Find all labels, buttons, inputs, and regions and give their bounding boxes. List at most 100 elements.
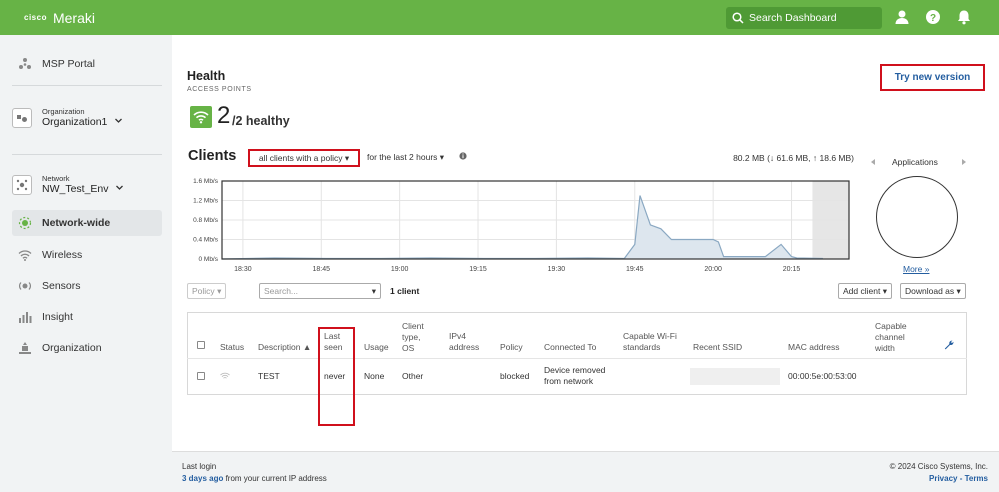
wifi-icon [220, 372, 230, 379]
info-icon[interactable] [459, 152, 467, 160]
client-description-link[interactable]: TEST [258, 371, 280, 382]
client-search-input[interactable]: Search... ▾ [259, 283, 381, 299]
last-login-ago-link[interactable]: 3 days ago [182, 474, 223, 483]
more-applications-link[interactable]: More » [903, 264, 929, 274]
wifi-status-icon [190, 106, 212, 128]
network-wide-icon [18, 216, 32, 230]
organization-icon [19, 342, 31, 354]
applications-label: Applications [892, 157, 938, 167]
add-client-button[interactable]: Add client ▾ [838, 283, 892, 299]
column-header-ipv4[interactable]: IPv4 address [449, 331, 489, 353]
sidebar-divider [12, 154, 162, 155]
main-content: Health ACCESS POINTS 2 /2 healthy Try ne… [172, 35, 999, 451]
chevron-right-icon[interactable] [961, 159, 967, 165]
column-header-client-type[interactable]: Client type, OS [402, 321, 434, 354]
chart-x-tick-label: 19:15 [469, 266, 487, 273]
chart-x-tick-label: 20:00 [704, 266, 722, 273]
bell-icon[interactable] [956, 9, 972, 25]
sidebar-item-wireless[interactable]: Wireless [12, 242, 162, 268]
row-checkbox[interactable] [197, 372, 205, 380]
caret-down-icon: ▾ [956, 285, 961, 296]
column-header-wifi-standards[interactable]: Capable Wi-Fi standards [623, 331, 688, 353]
sidebar-item-label: Organization [42, 342, 102, 354]
usage-chart: 1.6 Mb/s 1.2 Mb/s 0.8 Mb/s 0.4 Mb/s 0 Mb/s 18… [193, 178, 850, 273]
chart-y-tick-label: 0.8 Mb/s [193, 217, 219, 224]
sidebar-item-sensors[interactable]: Sensors [12, 273, 162, 299]
download-as-button[interactable]: Download as ▾ [900, 283, 966, 299]
privacy-link[interactable]: Privacy [929, 474, 957, 483]
meraki-logo[interactable]: cisco Meraki [24, 10, 95, 26]
svg-text:?: ? [930, 13, 936, 24]
caret-down-icon: ▾ [439, 152, 445, 162]
sidebar: MSP Portal Organization Organization1 Ne… [0, 35, 172, 492]
healthy-count: 2 [217, 102, 231, 129]
network-selector[interactable]: Network NW_Test_Env [12, 174, 124, 195]
caret-down-icon: ▾ [217, 285, 222, 296]
sidebar-item-insight[interactable]: Insight [12, 304, 162, 330]
highlight-box [880, 64, 985, 91]
msp-portal-label: MSP Portal [42, 58, 95, 70]
column-header-mac[interactable]: MAC address [788, 342, 840, 353]
clients-title: Clients [188, 148, 237, 164]
client-connected-to: Device removed from network [544, 365, 606, 386]
column-header-connected-to[interactable]: Connected To [544, 342, 596, 353]
meraki-wordmark: Meraki [52, 10, 95, 26]
policy-button[interactable]: Policy ▾ [187, 283, 227, 299]
chart-y-tick-label: 0 Mb/s [198, 256, 218, 263]
chart-x-tick-label: 20:15 [783, 266, 801, 273]
sidebar-item-msp-portal[interactable]: MSP Portal [12, 51, 162, 77]
sidebar-item-organization[interactable]: Organization [12, 335, 162, 361]
healthy-suffix: /2 healthy [232, 114, 290, 128]
chevron-left-icon[interactable] [870, 159, 876, 165]
column-header-recent-ssid[interactable]: Recent SSID [693, 342, 742, 353]
time-period-value: for the last 2 hours [367, 152, 438, 162]
column-header-usage[interactable]: Usage [364, 342, 389, 353]
column-header-status[interactable]: Status [220, 342, 244, 353]
msp-portal-icon [19, 58, 31, 69]
sidebar-item-label: Wireless [42, 249, 83, 261]
network-label: Network [42, 174, 70, 183]
client-last-seen: never [324, 371, 346, 381]
column-header-policy[interactable]: Policy [500, 342, 523, 353]
select-all-checkbox[interactable] [197, 341, 205, 349]
time-period-dropdown[interactable]: for the last 2 hours ▾ [367, 152, 444, 163]
search-placeholder: Search... [264, 286, 299, 296]
client-os: Other [402, 371, 424, 381]
chart-y-tick-label: 1.6 Mb/s [193, 178, 219, 185]
client-usage: None [364, 371, 385, 381]
column-header-channel-width[interactable]: Capable channel width [875, 321, 919, 354]
search-placeholder: Search Dashboard [749, 12, 837, 24]
user-icon[interactable] [894, 9, 910, 25]
organization-label: Organization [42, 107, 85, 116]
copyright: © 2024 Cisco Systems, Inc. [889, 462, 988, 471]
organization-selector[interactable]: Organization Organization1 [12, 107, 123, 128]
column-header-description[interactable]: Description ▲ [258, 342, 311, 353]
client-mac: 00:00:5e:00:53:00 [788, 371, 857, 381]
chart-x-tick-label: 18:30 [234, 266, 252, 273]
chevron-down-icon [116, 185, 124, 190]
organization-icon [12, 107, 32, 128]
chart-x-tick-label: 18:45 [313, 266, 331, 273]
sidebar-item-network-wide[interactable]: Network-wide [12, 210, 162, 236]
terms-link[interactable]: Terms [965, 474, 988, 483]
network-icon [12, 174, 32, 195]
search-dashboard[interactable]: Search Dashboard [726, 7, 882, 29]
footer: Last login 3 days ago from your current … [172, 451, 999, 492]
health-subtitle: ACCESS POINTS [187, 86, 252, 93]
search-icon [732, 12, 744, 24]
cisco-wordmark: cisco [24, 13, 47, 22]
health-title: Health [187, 69, 226, 83]
recent-ssid-placeholder [690, 368, 780, 385]
chart-x-tick-label: 19:00 [391, 266, 409, 273]
sidebar-item-label: Sensors [42, 280, 81, 292]
sensor-icon [19, 282, 31, 290]
applications-pie[interactable] [876, 176, 958, 258]
chart-y-tick-label: 0.4 Mb/s [193, 237, 219, 244]
client-policy: blocked [500, 371, 530, 381]
sidebar-item-label: Network-wide [42, 217, 111, 229]
sidebar-item-label: Insight [42, 311, 73, 323]
wrench-icon[interactable] [944, 340, 954, 350]
highlight-box [248, 149, 360, 167]
usage-summary: 80.2 MB (↓ 61.6 MB, ↑ 18.6 MB) [733, 153, 854, 163]
help-icon[interactable]: ? [925, 9, 941, 25]
